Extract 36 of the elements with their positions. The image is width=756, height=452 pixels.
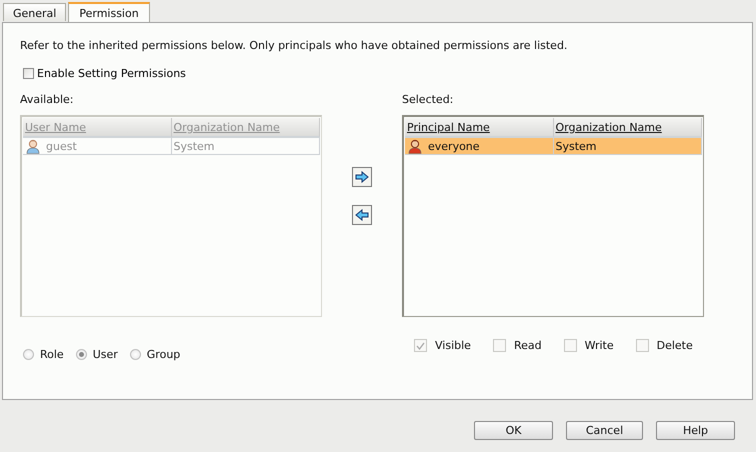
radio-label: Group: [146, 348, 180, 361]
principal-name: everyone: [428, 140, 480, 152]
list-label: Selected:: [402, 93, 454, 106]
tab[interactable]: Permission: [68, 2, 150, 22]
checkbox[interactable]: [564, 339, 577, 352]
column-header[interactable]: Organization Name: [554, 118, 702, 138]
column-header[interactable]: Principal Name: [405, 118, 554, 138]
checkbox[interactable]: [492, 339, 506, 352]
radio-label: User: [92, 348, 118, 361]
list-label: Available:: [20, 93, 74, 106]
organization-cell[interactable]: System: [554, 138, 702, 155]
name-cell[interactable]: everyone: [405, 138, 554, 155]
tab[interactable]: General: [3, 3, 66, 21]
checkbox[interactable]: [23, 68, 34, 79]
checkbox-label: Visible: [435, 339, 471, 352]
user-icon: [25, 138, 41, 154]
dialog-button[interactable]: Cancel: [566, 421, 643, 440]
dialog-button[interactable]: OK: [474, 421, 553, 440]
radio-button[interactable]: [76, 349, 87, 360]
right-arrow-button[interactable]: [352, 167, 372, 187]
checkbox-label: Read: [514, 339, 542, 352]
left-arrow-button[interactable]: [352, 205, 372, 225]
checkbox-label: Write: [584, 339, 614, 352]
left-arrow-icon: [355, 209, 369, 221]
user-icon: [407, 138, 423, 154]
checkbox-label: Enable Setting Permissions: [37, 67, 186, 80]
right-arrow-icon: [355, 171, 369, 183]
dialog-button[interactable]: Help: [656, 421, 735, 440]
checkbox-label: Delete: [656, 339, 693, 352]
radio-button[interactable]: [130, 349, 141, 360]
checkbox[interactable]: [636, 339, 649, 352]
principal-name: guest: [46, 140, 77, 152]
checkbox[interactable]: [414, 339, 427, 352]
radio-button[interactable]: [23, 349, 34, 360]
radio-label: Role: [40, 348, 64, 361]
description-text: Refer to the inherited permissions below. Only principals who have obtained permissions are listed.: [20, 39, 568, 52]
